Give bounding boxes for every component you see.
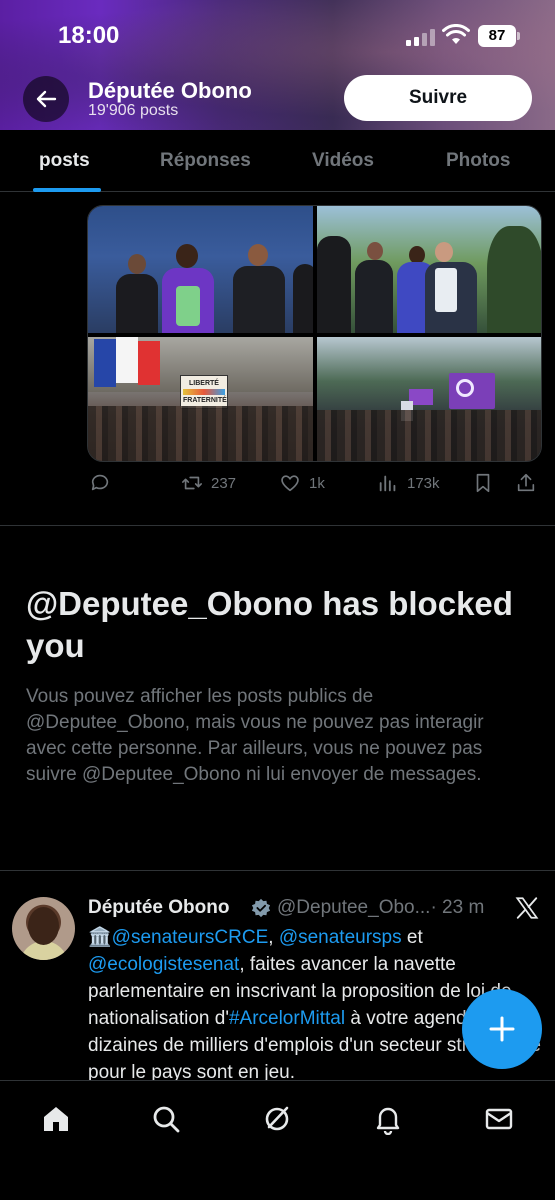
heart-icon: [281, 475, 299, 492]
media-photo-2[interactable]: [317, 206, 541, 333]
status-bar: 18:00 87: [0, 0, 555, 70]
media-photo-3[interactable]: LIBERTÉ FRATERNITÉ: [88, 337, 313, 461]
reply-button[interactable]: [89, 472, 111, 494]
wifi-icon: [442, 24, 470, 44]
home-icon[interactable]: [40, 1103, 72, 1135]
tweet-handle[interactable]: @Deputee_Obo...: [277, 897, 430, 918]
plus-icon: [489, 1016, 515, 1042]
bottom-navigation: [0, 1080, 555, 1200]
post-divider: [0, 525, 555, 526]
share-icon: [517, 473, 535, 492]
status-time: 18:00: [58, 22, 120, 49]
mention-senateurscrce[interactable]: @senateursCRCE: [112, 927, 269, 948]
hashtag-arcelormittal[interactable]: #ArcelorMittal: [229, 1008, 345, 1029]
sign-line-fraternite: FRATERNITÉ: [183, 397, 227, 404]
back-button[interactable]: [23, 76, 69, 122]
repost-icon: [182, 476, 202, 490]
sign-line-liberte: LIBERTÉ: [189, 380, 219, 387]
media-grid[interactable]: LIBERTÉ FRATERNITÉ: [87, 205, 542, 462]
avatar[interactable]: [12, 897, 75, 960]
tab-replies[interactable]: Réponses: [160, 150, 251, 172]
repost-count: 237: [211, 474, 237, 492]
like-count: 1k: [309, 474, 325, 492]
profile-tabs: posts Réponses Vidéos Photos: [0, 130, 555, 192]
follow-button[interactable]: Suivre: [344, 75, 532, 121]
protest-sign: LIBERTÉ FRATERNITÉ: [180, 375, 228, 409]
profile-header: 18:00 87 Députée Obono 19'906 posts Suiv…: [0, 0, 555, 130]
tweet-author-name[interactable]: Députée Obono: [88, 897, 229, 919]
profile-name: Députée Obono: [88, 78, 252, 103]
battery-tip: [517, 32, 520, 40]
tab-photos[interactable]: Photos: [446, 150, 510, 172]
tweet-text-and: et: [401, 927, 423, 948]
active-tab-indicator: [33, 188, 101, 192]
tweet-text-separator: ,: [268, 927, 279, 948]
messages-icon[interactable]: [483, 1103, 515, 1135]
battery-indicator: 87: [478, 25, 516, 47]
views-icon: [379, 475, 396, 492]
post-count: 19'906 posts: [88, 102, 179, 119]
post-actions: 237 1k 173k: [87, 472, 542, 500]
bookmark-button[interactable]: [472, 472, 494, 494]
section-divider: [0, 870, 555, 871]
like-button[interactable]: 1k: [279, 472, 325, 494]
media-photo-4[interactable]: [317, 337, 541, 461]
classical-building-emoji: 🏛️: [88, 927, 112, 948]
grok-icon[interactable]: [261, 1103, 293, 1135]
views-count: 173k: [407, 474, 440, 492]
cellular-signal-icon: [406, 28, 435, 46]
repost-button[interactable]: 237: [181, 472, 236, 494]
notifications-icon[interactable]: [372, 1103, 404, 1135]
tweet-handle-time: @Deputee_Obo...· 23 m: [277, 897, 484, 919]
mention-ecologistesenat[interactable]: @ecologistesenat: [88, 954, 239, 975]
x-logo-icon: [515, 897, 539, 919]
bookmark-icon: [476, 473, 490, 493]
reply-icon: [91, 474, 109, 491]
mention-senateursps[interactable]: @senateursps: [279, 927, 402, 948]
share-button[interactable]: [515, 472, 537, 494]
tweet-time: · 23 m: [430, 897, 485, 918]
tab-videos[interactable]: Vidéos: [312, 150, 374, 172]
blocked-title: @Deputee_Obono has blocked you: [26, 585, 513, 664]
compose-button[interactable]: [462, 989, 542, 1069]
verified-badge-icon: [251, 898, 271, 918]
arrow-left-icon: [36, 90, 57, 108]
media-photo-1[interactable]: [88, 206, 313, 333]
views-button[interactable]: 173k: [377, 472, 440, 494]
search-icon[interactable]: [150, 1103, 182, 1135]
blocked-description: Vous pouvez afficher les posts publics d…: [26, 686, 484, 785]
tab-posts[interactable]: posts: [39, 150, 90, 172]
